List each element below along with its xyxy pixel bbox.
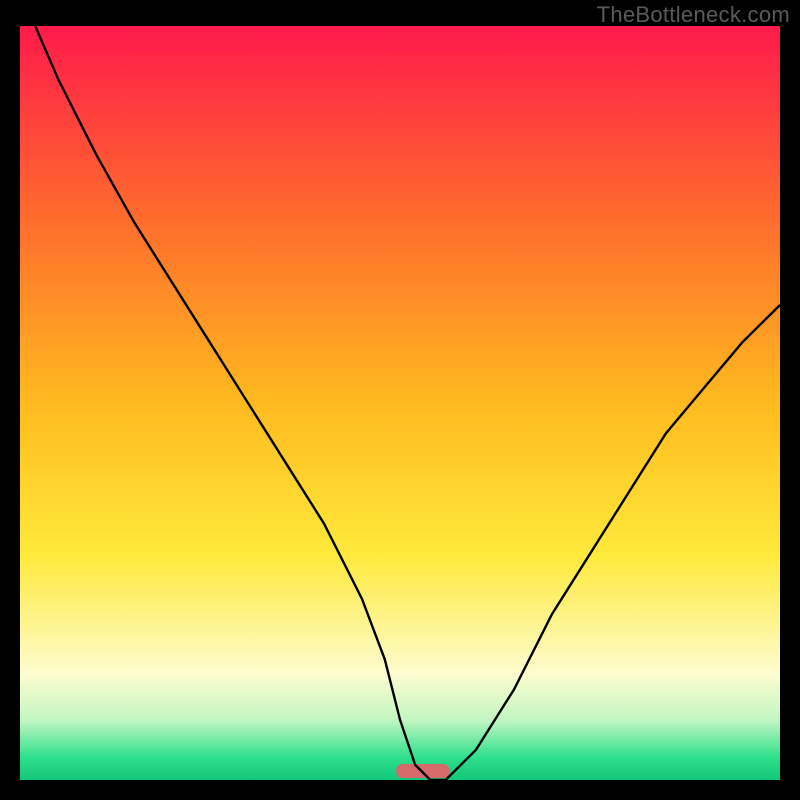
watermark-text: TheBottleneck.com [597,2,790,28]
bottleneck-chart [0,0,800,800]
chart-frame: TheBottleneck.com [0,0,800,800]
plot-background [20,26,780,780]
